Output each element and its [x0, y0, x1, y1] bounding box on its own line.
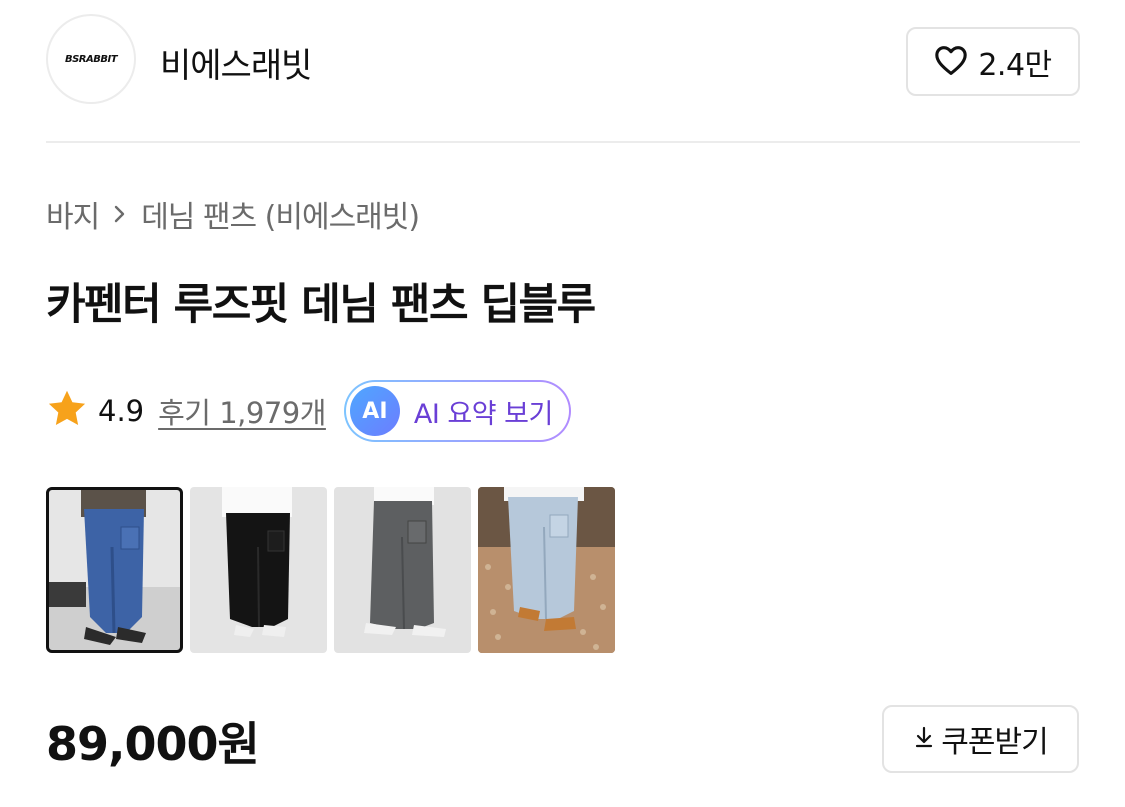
like-count: 2.4만 — [978, 47, 1052, 83]
rating-value: 4.9 — [98, 394, 145, 428]
thumbnail-strip — [46, 487, 615, 653]
like-button[interactable]: 2.4만 — [906, 27, 1080, 96]
product-thumbnail-2[interactable] — [190, 487, 327, 653]
breadcrumb: 바지 데님 팬츠 (비에스래빗) — [46, 192, 420, 236]
product-price: 89,000원 — [46, 717, 260, 771]
product-photo — [478, 487, 615, 653]
product-thumbnail-1[interactable] — [46, 487, 183, 653]
header-divider — [46, 141, 1080, 143]
brand-name[interactable]: 비에스래빗 — [160, 38, 312, 87]
brand-header: BSRABBIT 비에스래빗 2.4만 — [46, 14, 1080, 108]
breadcrumb-item-denim-pants[interactable]: 데님 팬츠 (비에스래빗) — [141, 192, 420, 236]
coupon-label: 쿠폰받기 — [941, 725, 1048, 760]
product-photo — [46, 487, 183, 653]
chevron-right-icon — [113, 203, 127, 225]
product-photo — [190, 487, 327, 653]
ai-summary-label: AI 요약 보기 — [413, 398, 553, 430]
product-thumbnail-3[interactable] — [334, 487, 471, 653]
star-icon — [46, 389, 88, 433]
breadcrumb-item-pants[interactable]: 바지 — [46, 192, 100, 236]
product-page: BSRABBIT 비에스래빗 2.4만 바지 데님 팬츠 (비에스래빗) 카펜터… — [0, 0, 1125, 807]
brand-logo-text: BSRABBIT — [64, 53, 118, 65]
ai-badge-icon: AI — [349, 386, 400, 436]
product-title: 카펜터 루즈핏 데님 팬츠 딥블루 — [46, 280, 596, 330]
download-arrow-icon — [913, 725, 935, 753]
ai-summary-button[interactable]: AI AI 요약 보기 — [344, 380, 571, 442]
product-photo — [334, 487, 471, 653]
brand-logo[interactable]: BSRABBIT — [46, 14, 136, 104]
heart-outline-icon — [934, 44, 968, 80]
rating-row: 4.9 후기 1,979개 AI AI 요약 보기 — [46, 380, 571, 442]
coupon-button[interactable]: 쿠폰받기 — [882, 705, 1079, 773]
product-thumbnail-4[interactable] — [478, 487, 615, 653]
review-count-link[interactable]: 후기 1,979개 — [158, 390, 326, 432]
